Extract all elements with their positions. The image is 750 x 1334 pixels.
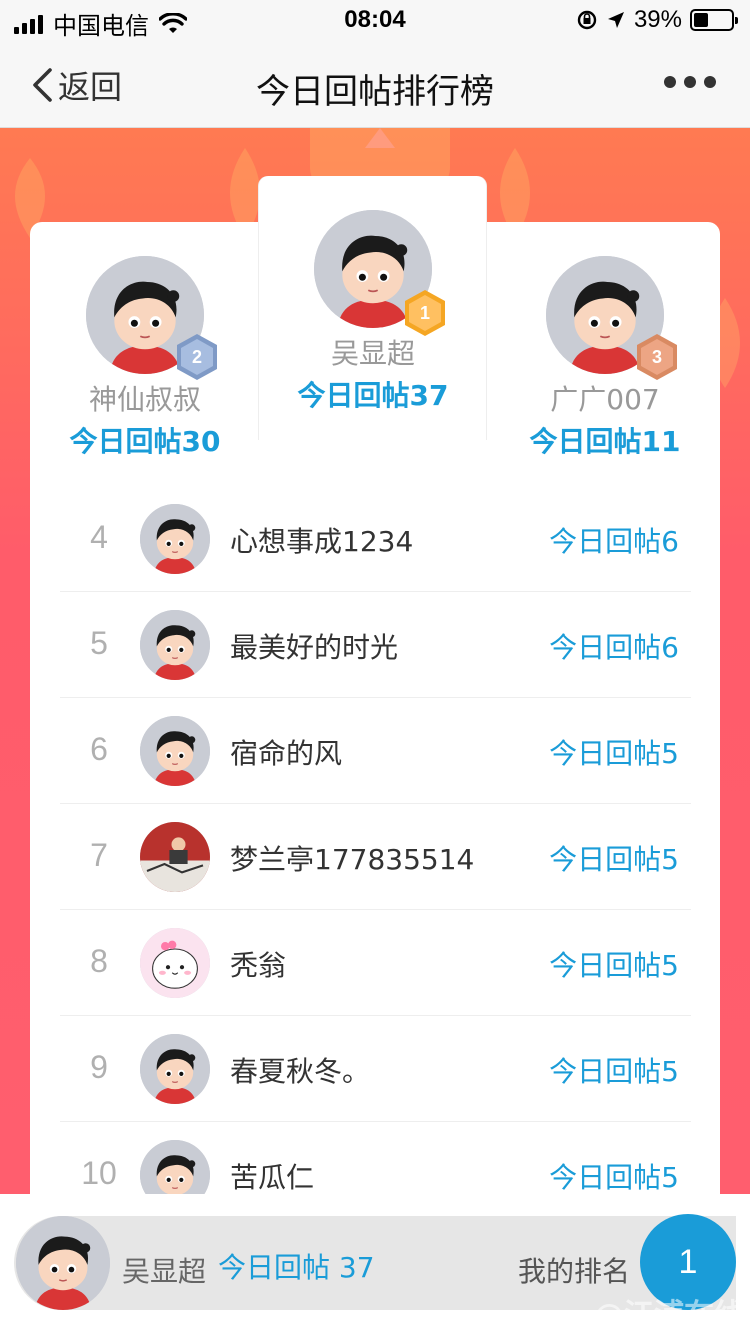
battery-fill: [694, 13, 709, 27]
more-dot-icon: [684, 76, 696, 88]
avatar: [140, 822, 210, 892]
podium-third-rank: 3: [652, 347, 662, 367]
reply-count: 今日回帖6: [549, 525, 679, 558]
reply-count: 今日回帖5: [549, 737, 679, 770]
my-rank-footer: 吴显超 今日回帖 37 我的排名 1 @江浦在线: [0, 1194, 750, 1334]
ranking-list: 4 心想事成1234 今日回帖6 5 最美好的时光 今日回帖6 6 宿命的风 今日回帖5 7 梦兰亭…: [60, 486, 691, 1228]
avatar: [140, 504, 210, 574]
reply-count: 今日回帖5: [549, 843, 679, 876]
more-button[interactable]: [660, 68, 720, 96]
podium-second[interactable]: 2 神仙叔叔 今日回帖30: [60, 256, 230, 460]
nav-bar: 返回 今日回帖排行榜: [0, 40, 750, 128]
gold-medal-icon: 1: [405, 290, 445, 336]
podium-first-name: 吴显超: [330, 337, 415, 370]
reply-count: 今日回帖6: [549, 631, 679, 664]
rank-number: 8: [90, 943, 108, 979]
avatar: [140, 610, 210, 680]
rank-number: 7: [90, 837, 108, 873]
podium-second-name: 神仙叔叔: [88, 383, 201, 416]
ranking-row[interactable]: 5 最美好的时光 今日回帖6: [60, 592, 691, 698]
user-name: 梦兰亭177835514: [230, 843, 475, 876]
rotation-lock-icon: [577, 10, 597, 30]
user-name: 最美好的时光: [230, 631, 399, 664]
rank-number: 10: [81, 1155, 117, 1191]
user-name: 苦瓜仁: [230, 1161, 315, 1194]
cartoon-avatar-icon: [140, 716, 210, 786]
bronze-medal-icon: 3: [637, 334, 677, 380]
podium-first-rank: 1: [420, 303, 430, 323]
cartoon-avatar-icon: [140, 504, 210, 574]
user-name: 心想事成1234: [230, 525, 414, 558]
podium-second-count: 今日回帖30: [69, 425, 221, 458]
cartoon-avatar-icon: [140, 610, 210, 680]
podium-third[interactable]: 3 广广007 今日回帖11: [520, 256, 690, 460]
my-rank-label: 我的排名: [518, 1255, 631, 1288]
user-name: 秃翁: [230, 949, 287, 982]
ranking-row[interactable]: 7 梦兰亭177835514 今日回帖5: [60, 804, 691, 910]
silver-medal-icon: 2: [177, 334, 217, 380]
user-name: 宿命的风: [230, 737, 343, 770]
ranking-row[interactable]: 9 春夏秋冬。 今日回帖5: [60, 1016, 691, 1122]
rank-number: 5: [90, 625, 108, 661]
reply-count: 今日回帖5: [549, 1055, 679, 1088]
my-avatar: [16, 1216, 110, 1310]
ranking-row[interactable]: 6 宿命的风 今日回帖5: [60, 698, 691, 804]
rank-number: 4: [90, 519, 108, 555]
ranking-row[interactable]: 4 心想事成1234 今日回帖6: [60, 486, 691, 592]
reply-count: 今日回帖5: [549, 949, 679, 982]
cute-avatar-icon: [140, 928, 210, 998]
more-dot-icon: [704, 76, 716, 88]
reply-count: 今日回帖5: [549, 1161, 679, 1194]
podium-first[interactable]: 1 吴显超 今日回帖37: [288, 210, 458, 414]
page-title: 今日回帖排行榜: [256, 72, 494, 112]
my-count: 今日回帖 37: [218, 1251, 375, 1284]
cartoon-avatar-icon: [140, 1034, 210, 1104]
battery-percent: 39%: [633, 6, 682, 33]
podium-third-name: 广广007: [550, 383, 660, 416]
my-name: 吴显超: [122, 1255, 207, 1288]
avatar: [140, 928, 210, 998]
podium-first-count: 今日回帖37: [297, 379, 449, 412]
status-right: 39%: [576, 6, 738, 34]
podium-third-count: 今日回帖11: [529, 425, 681, 458]
avatar: [140, 716, 210, 786]
rank-number: 9: [90, 1049, 108, 1085]
podium-second-rank: 2: [192, 347, 202, 367]
location-icon: [607, 12, 624, 28]
more-dot-icon: [664, 76, 676, 88]
user-name: 春夏秋冬。: [230, 1055, 371, 1088]
avatar: [140, 1034, 210, 1104]
ranking-row[interactable]: 8 秃翁 今日回帖5: [60, 910, 691, 1016]
rank-number: 6: [90, 731, 108, 767]
watermark: @江浦在线: [594, 1298, 744, 1333]
battery-icon: [690, 9, 738, 31]
cartoon-avatar-icon: [16, 1216, 110, 1310]
status-bar: 中国电信 08:04 39%: [0, 0, 750, 40]
photo-avatar-icon: [140, 822, 210, 892]
